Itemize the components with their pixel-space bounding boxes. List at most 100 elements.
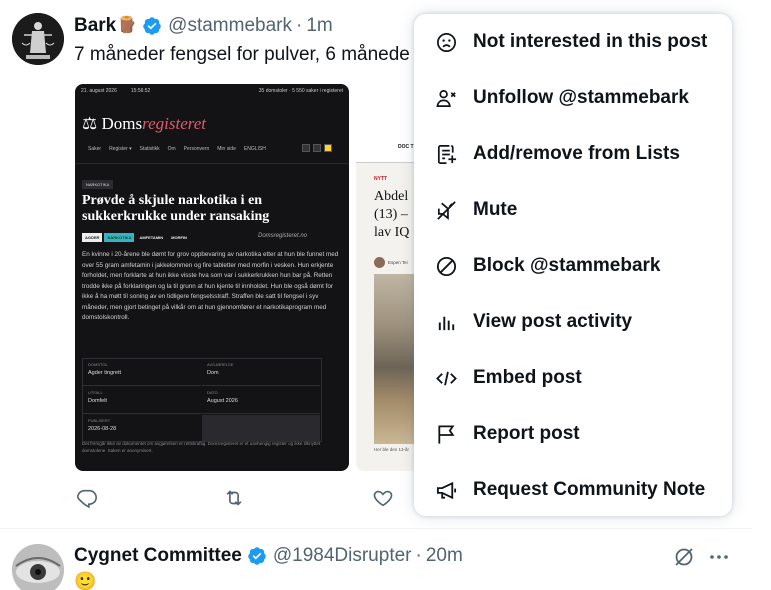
media-body: En kvinne i 20-årene ble dømt for grov o… [82,251,339,321]
unfollow-user-icon [434,86,458,110]
grok-icon [675,548,693,566]
list-add-icon [434,142,458,166]
media-nav-item: Personvern [183,146,210,152]
embed-code-icon [434,366,458,390]
avatar[interactable] [12,544,64,590]
avatar-eye-image [12,544,64,590]
newspaper-caption: Her ble den 13-år [374,447,410,452]
newspaper-section: NYTT [374,176,388,182]
media-date: 21. august 2026 [81,88,117,94]
menu-item-activity[interactable]: View post activity [414,294,732,350]
post-divider [0,528,752,529]
menu-item-label: Not interested in this post [473,31,708,52]
menu-item-label: Block @stammebark [473,255,661,276]
grok-button[interactable] [672,545,696,569]
media-tag: NARKOTIKA [104,233,135,242]
media-headline: Prøvde å skjule narkotika i en sukkerkru… [82,193,270,224]
reply-button[interactable] [76,487,100,511]
logo-accent: registeret [142,114,207,133]
menu-item-report[interactable]: Report post [414,406,732,462]
media-brand: Domsregisteret.no [258,233,308,239]
separator-dot: · [415,545,422,566]
media-tag: AMFETAMIN [139,235,164,240]
post-options-menu: Not interested in this post Unfollow @st… [414,14,732,516]
mute-icon [434,198,458,222]
menu-item-label: Mute [473,199,518,220]
newspaper-headline: Abdel (13) – lav IQ [374,188,414,242]
menu-item-label: Request Community Note [473,479,706,500]
headline-line: Abdel [374,189,409,204]
media-time: 15:56:52 [130,88,151,94]
timestamp[interactable]: 1m [306,14,332,38]
handle[interactable]: @1984Disrupter [273,544,412,568]
media-table: DOMSTOL Agder tingrett AVGJØRELSE Dom UTFA… [82,358,322,442]
media-cell: PUBLISERT 2026-08-28 [83,415,201,442]
newspaper-photo [374,274,414,444]
menu-item-unfollow[interactable]: Unfollow @stammebark [414,70,732,126]
megaphone-icon [434,478,458,502]
menu-item-label: Unfollow @stammebark [473,87,689,108]
media-tag: AGDER [82,233,103,242]
newspaper-doc-label: DOC T [398,144,414,150]
menu-item-lists[interactable]: Add/remove from Lists [414,126,732,182]
logo-plain: Doms [101,114,143,133]
media-cell: UTFALL Domfelt [83,387,201,414]
media-nav-item: Register ▾ [109,146,132,152]
media-nav-item: Saker [88,146,102,152]
media-divider [75,163,349,164]
menu-item-label: Report post [473,423,580,444]
activity-chart-icon [434,310,458,334]
menu-item-not-interested[interactable]: Not interested in this post [414,14,732,70]
block-icon [434,254,458,278]
repost-button[interactable] [223,487,247,511]
log-emoji: 🪵 [117,17,138,34]
media-nav-icons [302,144,332,152]
more-options-button[interactable] [707,545,731,569]
separator-dot: · [296,15,303,36]
post-header-2: Cygnet Committee @1984Disrupter · 20m [74,544,463,568]
post-header: Bark 🪵 @stammebark · 1m [74,14,333,38]
avatar-justice-image [12,13,64,65]
menu-item-block[interactable]: Block @stammebark [414,238,732,294]
verified-badge-icon [143,17,161,35]
verified-badge-icon [248,547,266,565]
heart-icon [373,490,393,507]
newspaper-rule [356,162,414,163]
media-image-newspaper[interactable]: DOC T NYTT Abdel (13) – lav IQ Espen Tei… [356,84,414,471]
avatar[interactable] [12,13,64,65]
media-cell: AVGJØRELSE Dom [202,359,320,386]
post-text: 🙂 [74,571,97,590]
media-tag: MORFIN [171,235,187,240]
display-name[interactable]: Cygnet Committee [74,544,242,568]
media-cell: DOMSTOL Agder tingrett [83,359,201,386]
menu-item-embed[interactable]: Embed post [414,350,732,406]
newspaper-header [356,84,414,162]
flag-icon [434,422,458,446]
menu-item-community-note[interactable]: Request Community Note [414,462,732,518]
newspaper-author: Espen Tei [374,254,414,269]
menu-item-label: View post activity [473,311,633,332]
handle[interactable]: @stammebark [168,14,292,38]
post-text: 7 måneder fengsel for pulver, 6 månede [74,44,410,65]
more-dots-icon [710,555,728,559]
media-logo: ⚖ Domsregisteret [82,114,207,133]
menu-item-mute[interactable]: Mute [414,182,732,238]
media-topbar: 21. august 2026 15:56:52 35 domstoler · … [75,84,349,98]
timestamp[interactable]: 20m [426,544,463,568]
frown-face-icon [434,30,458,54]
display-name[interactable]: Bark [74,14,116,38]
like-button[interactable] [372,487,396,511]
headline-line: lav IQ [374,225,410,240]
repost-icon [226,490,242,506]
media-stats: 35 domstoler · 5 550 saker i registeret [258,88,343,94]
media-nav-item: Min side [217,146,236,152]
media-nav-item: ENGLISH [243,146,266,152]
media-tags: AGDER NARKOTIKA AMFETAMIN MORFIN [82,233,190,242]
media-cell-empty [202,415,320,442]
menu-item-label: Add/remove from Lists [473,143,680,164]
headline-line: (13) – [374,207,408,222]
media-category-tag: NARKOTIKA [82,180,114,189]
media-nav-item: Om [167,146,176,152]
media-footer: Det fremgår ikke av dokumentet om avgjør… [82,441,321,453]
media-image-domsregisteret[interactable]: 21. august 2026 15:56:52 35 domstoler · … [75,84,349,471]
